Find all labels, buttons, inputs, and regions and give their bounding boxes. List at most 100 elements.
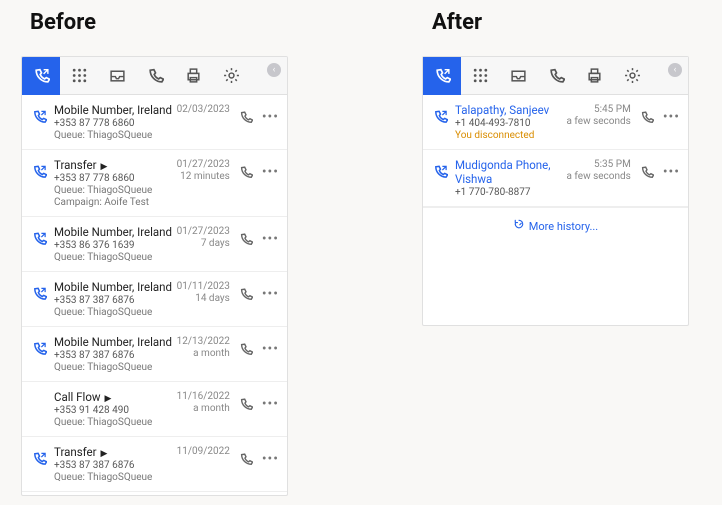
more-actions-button[interactable]: •••: [262, 232, 279, 246]
play-icon: ▶: [101, 449, 108, 459]
after-panel: ‹ Talapathy, Sanjeev+1 404-493-7810You d…: [422, 56, 689, 326]
more-actions-button[interactable]: •••: [663, 110, 680, 124]
call-title: Transfer▶: [54, 158, 177, 172]
call-list: Talapathy, Sanjeev+1 404-493-7810You dis…: [423, 95, 688, 207]
call-back-button[interactable]: [637, 162, 657, 182]
call-row[interactable]: Mobile Number, Ireland+353 86 376 1639Qu…: [22, 217, 287, 272]
call-date: 11/09/2022: [177, 446, 230, 457]
call-back-button[interactable]: [236, 394, 256, 414]
outgoing-call-icon: [28, 105, 50, 127]
more-actions-button[interactable]: •••: [262, 287, 279, 301]
call-duration: a few seconds: [567, 171, 631, 182]
call-duration: 14 days: [177, 293, 230, 304]
tab-settings[interactable]: [212, 57, 250, 95]
call-row[interactable]: Mobile Number, Ireland+353 87 387 6876Qu…: [22, 272, 287, 327]
call-number: +353 87 387 6876: [54, 460, 177, 471]
call-title: Mobile Number, Ireland: [54, 225, 177, 239]
tab-phone[interactable]: [136, 57, 174, 95]
call-back-button[interactable]: [236, 284, 256, 304]
call-back-button[interactable]: [236, 107, 256, 127]
call-time: 5:35 PM: [567, 159, 631, 170]
tab-phone[interactable]: [537, 57, 575, 95]
before-heading: Before: [30, 10, 96, 35]
call-duration: a month: [177, 348, 230, 359]
call-row[interactable]: Mobile Number, Ireland+353 87 778 6860Qu…: [22, 95, 287, 150]
call-duration: 12 minutes: [177, 171, 230, 182]
toolbar: ‹: [423, 57, 688, 95]
call-number: +353 87 778 6860: [54, 118, 177, 129]
call-row[interactable]: Transfer▶+353 87 778 6860Queue: ThiagoSQ…: [22, 150, 287, 217]
call-title: Mobile Number, Ireland: [54, 280, 177, 294]
call-row[interactable]: Mobile Number, Ireland+353 87 778 686011…: [22, 492, 287, 496]
call-number: +1 770-780-8877: [455, 187, 567, 198]
tab-inbox[interactable]: [499, 57, 537, 95]
call-date: 01/27/2023: [177, 226, 230, 237]
call-title: Mobile Number, Ireland: [54, 103, 177, 117]
tab-dialpad[interactable]: [60, 57, 98, 95]
call-back-button[interactable]: [236, 339, 256, 359]
more-actions-button[interactable]: •••: [262, 110, 279, 124]
call-back-button[interactable]: [236, 449, 256, 469]
tab-dialpad[interactable]: [461, 57, 499, 95]
call-queue: Queue: ThiagoSQueue: [54, 130, 177, 141]
collapse-icon[interactable]: ‹: [668, 63, 682, 77]
call-back-button[interactable]: [236, 229, 256, 249]
before-panel: ‹ Mobile Number, Ireland+353 87 778 6860…: [21, 56, 288, 496]
collapse-icon[interactable]: ‹: [267, 63, 281, 77]
outgoing-call-icon: [28, 227, 50, 249]
contact-name-link[interactable]: Mudigonda Phone, Vishwa: [455, 158, 567, 186]
call-status: You disconnected: [455, 130, 567, 141]
toolbar: ‹: [22, 57, 287, 95]
call-date: 01/11/2023: [177, 281, 230, 292]
call-number: +1 404-493-7810: [455, 118, 567, 129]
call-duration: a few seconds: [567, 116, 631, 127]
call-queue: Queue: ThiagoSQueue: [54, 417, 177, 428]
call-queue: Queue: ThiagoSQueue: [54, 185, 177, 196]
tab-fax[interactable]: [575, 57, 613, 95]
call-row[interactable]: Transfer▶+353 87 387 6876Queue: ThiagoSQ…: [22, 437, 287, 492]
outgoing-call-icon: [429, 105, 451, 127]
call-number: +353 86 376 1639: [54, 240, 177, 251]
call-title: Call Flow▶: [54, 390, 177, 404]
outgoing-call-icon: [28, 160, 50, 182]
call-time: 5:45 PM: [567, 104, 631, 115]
call-queue: Queue: ThiagoSQueue: [54, 472, 177, 483]
call-back-button[interactable]: [637, 107, 657, 127]
call-row[interactable]: Call Flow▶+353 91 428 490Queue: ThiagoSQ…: [22, 382, 287, 437]
tab-inbox[interactable]: [98, 57, 136, 95]
call-date: 01/27/2023: [177, 159, 230, 170]
call-queue: Queue: ThiagoSQueue: [54, 252, 177, 263]
call-row[interactable]: Mobile Number, Ireland+353 87 387 6876Qu…: [22, 327, 287, 382]
call-title: Mobile Number, Ireland: [54, 335, 177, 349]
more-actions-button[interactable]: •••: [262, 397, 279, 411]
call-queue: Queue: ThiagoSQueue: [54, 362, 177, 373]
tab-fax[interactable]: [174, 57, 212, 95]
outgoing-call-icon: [28, 282, 50, 304]
call-duration: 7 days: [177, 238, 230, 249]
call-number: +353 87 778 6860: [54, 173, 177, 184]
call-row[interactable]: Mudigonda Phone, Vishwa+1 770-780-8877 5:…: [423, 150, 688, 207]
tab-recent-calls[interactable]: [423, 57, 461, 95]
call-back-button[interactable]: [236, 162, 256, 182]
call-title: Transfer▶: [54, 445, 177, 459]
more-actions-button[interactable]: •••: [262, 165, 279, 179]
call-date: 02/03/2023: [177, 104, 230, 115]
call-row[interactable]: Talapathy, Sanjeev+1 404-493-7810You dis…: [423, 95, 688, 150]
call-date: 11/16/2022: [177, 391, 230, 402]
call-number: +353 87 387 6876: [54, 350, 177, 361]
call-duration: a month: [177, 403, 230, 414]
more-actions-button[interactable]: •••: [262, 342, 279, 356]
tab-recent-calls[interactable]: [22, 57, 60, 95]
outgoing-call-icon: [28, 447, 50, 469]
contact-name-link[interactable]: Talapathy, Sanjeev: [455, 103, 567, 117]
more-actions-button[interactable]: •••: [663, 165, 680, 179]
play-icon: ▶: [101, 162, 108, 172]
more-history-label: More history...: [529, 220, 598, 233]
tab-settings[interactable]: [613, 57, 651, 95]
more-history-link[interactable]: More history...: [423, 207, 688, 243]
call-list: Mobile Number, Ireland+353 87 778 6860Qu…: [22, 95, 287, 496]
call-number: +353 87 387 6876: [54, 295, 177, 306]
call-number: +353 91 428 490: [54, 405, 177, 416]
more-actions-button[interactable]: •••: [262, 452, 279, 466]
play-icon: ▶: [105, 394, 112, 404]
